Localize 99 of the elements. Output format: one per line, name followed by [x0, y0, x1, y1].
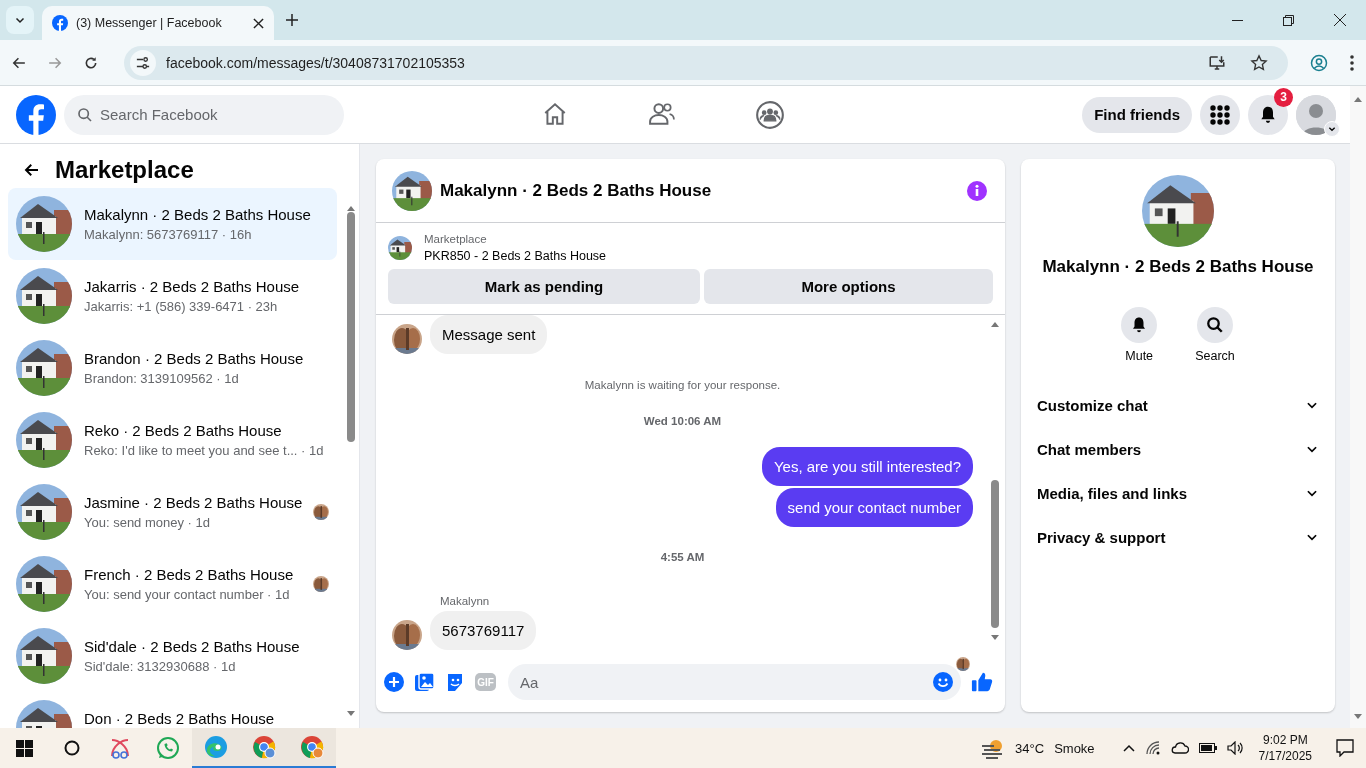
edge-browser-icon[interactable] — [204, 735, 228, 759]
notification-badge: 3 — [1274, 87, 1293, 107]
temperature: 34°C — [1015, 740, 1045, 756]
image-icon[interactable] — [414, 672, 435, 692]
browser-tab[interactable]: (3) Messenger | Facebook — [42, 6, 274, 40]
page-title: Marketplace — [55, 155, 194, 184]
message-bubble: Message sent — [430, 315, 548, 354]
conversation-title: Jasmine · 2 Beds 2 Baths House — [84, 493, 301, 511]
action-label: Search — [1195, 349, 1235, 363]
conversation-item[interactable]: Jakarris · 2 Beds 2 Baths House Jakarris: +1 (586) 339-6471 · 23h — [8, 260, 337, 332]
sender-name: Makalynn — [440, 595, 491, 607]
status-notice: Makalynn is waiting for your response. — [583, 379, 782, 391]
message-bubble: Yes, are you still interested? — [761, 447, 973, 486]
site-settings-icon[interactable] — [130, 49, 156, 76]
browser-icon[interactable] — [252, 735, 276, 759]
clock-date[interactable]: 7/17/2025 — [1258, 748, 1312, 764]
profile-icon[interactable] — [1310, 53, 1328, 72]
listing-label: Marketplace — [424, 233, 488, 245]
search-button[interactable] — [1197, 307, 1233, 343]
account-button[interactable] — [1296, 94, 1336, 135]
whatsapp-icon[interactable] — [156, 736, 180, 760]
action-button[interactable]: More options — [704, 269, 993, 304]
message-preview: Reko: I'd like to meet you and see t... · 1d — [84, 441, 325, 459]
emoji-icon[interactable] — [933, 672, 953, 692]
conversation-title: French · 2 Beds 2 Baths House — [84, 565, 295, 583]
conversation-title: Makalynn · 2 Beds 2 Baths House — [84, 205, 312, 223]
notification-icon[interactable] — [1336, 739, 1354, 757]
weather-condition: Smoke — [1054, 740, 1095, 756]
restore-icon[interactable] — [1283, 14, 1294, 26]
message-bubble: 5673769117 — [430, 611, 537, 650]
back-icon[interactable] — [12, 55, 26, 70]
close-icon[interactable] — [253, 17, 264, 29]
groups-icon[interactable] — [756, 100, 784, 129]
section-header[interactable]: Customize chat — [1037, 383, 1319, 427]
action-label: Mute — [1125, 349, 1154, 363]
facebook-logo-icon[interactable] — [16, 94, 56, 135]
close-icon[interactable] — [1334, 14, 1346, 26]
menu-icon[interactable] — [1350, 54, 1354, 71]
install-app-icon[interactable] — [1208, 53, 1226, 72]
listing-name[interactable]: PKR850 - 2 Beds 2 Baths House — [424, 249, 607, 263]
conversation-title: Sid'dale · 2 Beds 2 Baths House — [84, 637, 301, 655]
search-icon — [77, 106, 93, 123]
contact-name: Makalynn · 2 Beds 2 Baths House — [1042, 257, 1314, 277]
chevron-down-icon — [1328, 124, 1336, 133]
search-icon — [1206, 316, 1224, 334]
conversation-title: Don · 2 Beds 2 Baths House — [84, 709, 276, 727]
menu-button[interactable] — [1200, 94, 1240, 135]
message-preview: Makalynn: 5673769117 · 16h — [84, 225, 253, 243]
conversation-title: Jakarris · 2 Beds 2 Baths House — [84, 277, 301, 295]
conversation-title: Reko · 2 Beds 2 Baths House — [84, 421, 283, 439]
conversation-item[interactable]: Brandon · 2 Beds 2 Baths House Brandon: 3139109562 · 1d — [8, 332, 337, 404]
conversation-title: Brandon · 2 Beds 2 Baths House — [84, 349, 305, 367]
message-preview: Brandon: 3139109562 · 1d — [84, 369, 240, 387]
timestamp: Wed 10:06 AM — [642, 415, 723, 427]
speaker-icon[interactable] — [1226, 741, 1245, 755]
section-header[interactable]: Media, files and links — [1037, 471, 1319, 515]
chevron-up-icon[interactable] — [1122, 742, 1135, 754]
sticker-icon[interactable] — [445, 672, 465, 692]
conversation-item[interactable]: French · 2 Beds 2 Baths House You: send your contact number · 1d — [8, 548, 337, 620]
find-friends-button[interactable]: Find friends — [1082, 96, 1192, 133]
star-icon[interactable] — [1250, 53, 1268, 72]
avatar-icon — [1296, 94, 1336, 135]
conversation-item[interactable]: Reko · 2 Beds 2 Baths House Reko: I'd like to meet you and see t... · 1d — [8, 404, 337, 476]
forward-icon[interactable] — [48, 55, 62, 70]
grid-icon — [1210, 104, 1230, 125]
message-bubble: send your contact number — [775, 488, 973, 527]
windows-start-icon[interactable] — [15, 739, 33, 757]
thumbs-up-icon[interactable] — [971, 671, 993, 693]
search-icon[interactable] — [64, 740, 80, 756]
facebook-logo-icon — [52, 15, 68, 31]
section-header[interactable]: Chat members — [1037, 427, 1319, 471]
search-field[interactable]: Search Facebook — [64, 94, 344, 135]
message-field[interactable]: Aa — [508, 664, 961, 700]
info-icon[interactable] — [967, 180, 987, 201]
message-preview: Sid'dale: 3132930688 · 1d — [84, 657, 237, 675]
message-preview: You: send money · 1d — [84, 513, 211, 531]
conversation-item[interactable]: Jasmine · 2 Beds 2 Baths House You: send money · 1d — [8, 476, 337, 548]
tab-search-button[interactable] — [6, 6, 34, 34]
message-preview: You: send your contact number · 1d — [84, 585, 291, 603]
clock-time[interactable]: 9:02 PM — [1262, 732, 1308, 748]
new-tab-icon[interactable] — [286, 14, 298, 26]
timestamp: 4:55 AM — [659, 551, 706, 563]
cloud-icon[interactable] — [1170, 742, 1189, 754]
conversation-item[interactable]: Makalynn · 2 Beds 2 Baths House Makalynn: 5673769117 · 16h — [8, 188, 337, 260]
message-preview: Jakarris: +1 (586) 339-6471 · 23h — [84, 297, 279, 315]
chat-title: Makalynn · 2 Beds 2 Baths House — [440, 180, 713, 201]
plus-icon[interactable] — [384, 672, 404, 692]
reload-icon[interactable] — [84, 55, 98, 70]
wifi-icon[interactable] — [1144, 741, 1161, 755]
battery-icon[interactable] — [1198, 743, 1217, 753]
action-button[interactable]: Mark as pending — [388, 269, 700, 304]
mute-button[interactable] — [1121, 307, 1158, 343]
home-icon[interactable] — [542, 100, 568, 127]
snipping-tool-icon[interactable] — [108, 736, 132, 760]
conversation-item[interactable]: Sid'dale · 2 Beds 2 Baths House Sid'dale: 3132930688 · 1d — [8, 620, 337, 692]
friends-icon[interactable] — [649, 100, 675, 127]
notifications-button[interactable] — [1248, 94, 1288, 135]
browser-icon[interactable] — [300, 735, 324, 759]
section-header[interactable]: Privacy & support — [1037, 515, 1319, 559]
